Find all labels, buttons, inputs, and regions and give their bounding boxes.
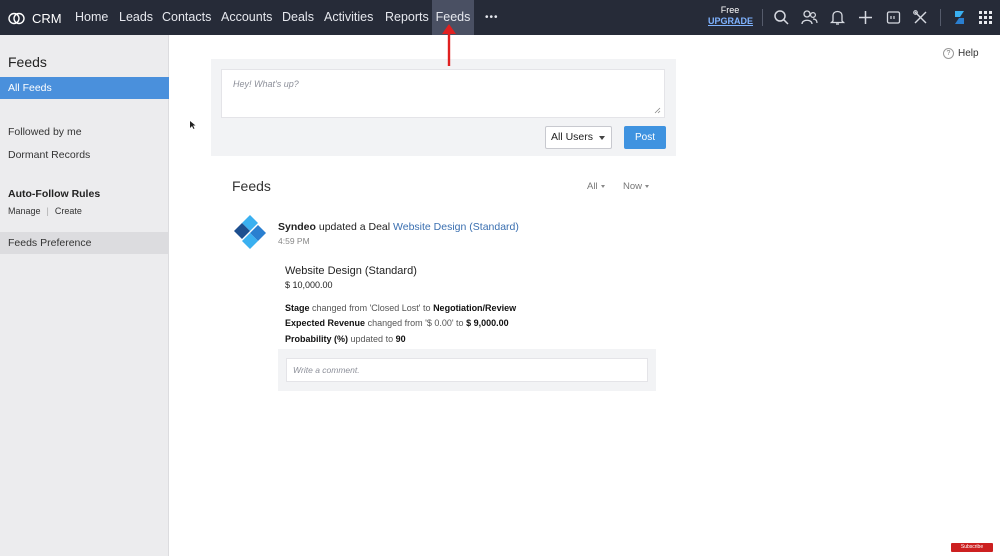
change-value: $ 9,000.00 [466, 318, 509, 328]
plan-label: Free [720, 5, 740, 15]
upgrade-link[interactable]: UPGRADE [708, 16, 753, 27]
crm-logo-icon [8, 12, 25, 24]
post-composer: Hey! What's up? All Users Post [211, 59, 676, 156]
nav-home[interactable]: Home [75, 0, 108, 35]
sidebar-item-feeds-preference[interactable]: Feeds Preference [0, 232, 169, 254]
sidebar-item-dormant-records[interactable]: Dormant Records [0, 144, 169, 166]
feed-timestamp: 4:59 PM [278, 236, 310, 246]
nav-contacts[interactable]: Contacts [162, 0, 211, 35]
create-link[interactable]: Create [55, 206, 82, 216]
nav-activities[interactable]: Activities [324, 0, 373, 35]
help-label: Help [958, 48, 979, 59]
change-field: Probability (%) [285, 334, 349, 344]
type-filter[interactable]: All [587, 181, 605, 192]
contacts-icon[interactable] [801, 9, 818, 26]
separator: | [46, 206, 49, 216]
nav-more[interactable]: ••• [485, 0, 499, 35]
plus-icon[interactable] [857, 9, 874, 26]
nav-reports[interactable]: Reports [385, 0, 429, 35]
status-placeholder: Hey! What's up? [233, 79, 299, 89]
status-textarea[interactable]: Hey! What's up? [221, 69, 665, 118]
red-arrow-icon [442, 24, 456, 66]
feed-item-headline: Syndeo updated a Deal Website Design (St… [278, 221, 519, 233]
sidebar-item-followed-by-me[interactable]: Followed by me [0, 121, 169, 143]
comment-input[interactable]: Write a comment. [286, 358, 648, 382]
nav-deals[interactable]: Deals [282, 0, 314, 35]
apps-grid-icon[interactable] [977, 9, 994, 26]
time-filter[interactable]: Now [623, 181, 650, 192]
crm-logo[interactable]: CRM [8, 9, 62, 27]
change-field: Stage [285, 303, 310, 313]
mouse-cursor-icon [190, 121, 196, 129]
post-button[interactable]: Post [624, 126, 666, 149]
time-filter-value: Now [623, 181, 643, 192]
chevron-down-icon [600, 184, 605, 188]
auto-follow-heading: Auto-Follow Rules [8, 188, 101, 200]
feed-actor[interactable]: Syndeo [278, 221, 316, 233]
feed-action: updated a Deal [318, 221, 391, 233]
deal-name: Website Design (Standard) [285, 265, 417, 277]
change-probability: Probability (%) updated to 90 [285, 334, 406, 344]
deal-amount: $ 10,000.00 [285, 280, 333, 290]
manage-link[interactable]: Manage [8, 206, 41, 216]
feed-record-link[interactable]: Website Design (Standard) [393, 221, 519, 233]
feeds-sidebar: Feeds All Feeds Followed by me Dormant R… [0, 35, 169, 556]
logo-text: CRM [32, 10, 62, 26]
divider [762, 9, 763, 26]
syndeo-avatar[interactable] [233, 214, 267, 250]
youtube-subscribe-badge[interactable]: Subscribe [951, 543, 993, 552]
plan-indicator: Free UPGRADE [708, 5, 753, 27]
sidebar-item-all-feeds[interactable]: All Feeds [0, 77, 169, 99]
resize-handle-icon[interactable] [654, 107, 661, 114]
help-icon: ? [943, 48, 954, 59]
change-verb: changed from 'Closed Lost' to [312, 303, 431, 313]
chevron-down-icon [645, 184, 650, 188]
change-value: 90 [395, 334, 406, 344]
auto-follow-links: Manage | Create [8, 206, 82, 216]
change-stage: Stage changed from 'Closed Lost' to Nego… [285, 303, 516, 313]
chevron-down-icon [599, 136, 605, 140]
bell-icon[interactable] [829, 9, 846, 26]
zia-icon[interactable] [951, 9, 968, 26]
nav-accounts[interactable]: Accounts [221, 0, 272, 35]
change-verb: updated to [350, 334, 394, 344]
audience-value: All Users [551, 131, 594, 143]
type-filter-value: All [587, 181, 598, 192]
change-verb: changed from '$ 0.00' to [367, 318, 464, 328]
search-icon[interactable] [773, 9, 790, 26]
change-expected-revenue: Expected Revenue changed from '$ 0.00' t… [285, 318, 509, 328]
top-navigation-bar: CRM Home Leads Contacts Accounts Deals A… [0, 0, 1000, 35]
change-value: Negotiation/Review [433, 303, 517, 313]
audience-select[interactable]: All Users [545, 126, 612, 149]
sidebar-title: Feeds [8, 54, 47, 70]
divider [940, 9, 941, 26]
feeds-heading: Feeds [232, 178, 271, 194]
tools-icon[interactable] [912, 9, 929, 26]
help-link[interactable]: ? Help [943, 48, 979, 59]
nav-leads[interactable]: Leads [119, 0, 153, 35]
comment-area: Write a comment. [278, 349, 656, 391]
calendar-icon[interactable] [885, 9, 902, 26]
change-field: Expected Revenue [285, 318, 366, 328]
